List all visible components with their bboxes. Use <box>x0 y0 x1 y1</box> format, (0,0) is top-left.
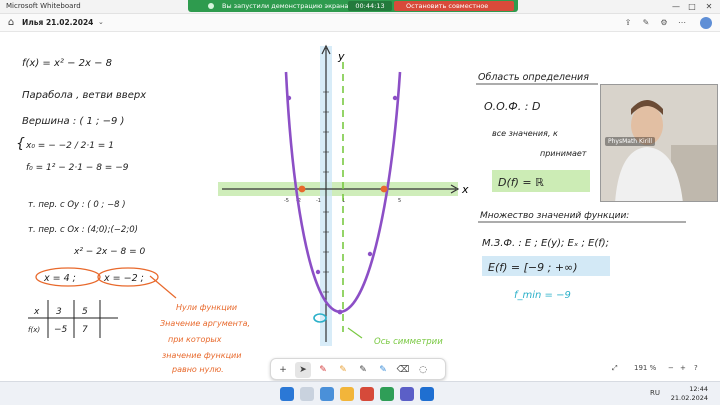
share-status-icon <box>208 3 214 9</box>
table-cell: x <box>33 307 40 317</box>
board-title[interactable]: Илья 21.02.2024 <box>22 18 93 27</box>
note-vertex: Вершина : ( 1 ; −9 ) <box>22 116 124 127</box>
table-cell: 3 <box>56 307 62 317</box>
eraser-icon[interactable]: ⌫ <box>395 362 411 378</box>
app-title: Microsoft Whiteboard <box>6 2 81 10</box>
table-cell: −5 <box>54 325 68 335</box>
whiteboard-canvas[interactable]: x y -5 -2 -1 1 5 <box>0 32 720 379</box>
zeros-note: Нули функции Значение аргумента, при кот… <box>160 303 250 374</box>
whiteboard-icon[interactable] <box>420 387 434 401</box>
x-tick-label: 5 <box>398 198 401 204</box>
chevron-down-icon[interactable]: ⌄ <box>98 18 104 26</box>
table-cell: f(x) <box>28 326 40 334</box>
stop-sharing-button[interactable]: Остановить совместное использование <box>394 1 514 20</box>
task-view-icon[interactable] <box>320 387 334 401</box>
teams-icon[interactable] <box>400 387 414 401</box>
root1: x = 4 ; <box>43 273 76 284</box>
pen-black-icon[interactable]: ✎ <box>355 362 371 378</box>
note-oy: т. пер. с Oy : ( 0 ; −8 ) <box>28 200 126 210</box>
share-status-text: Вы запустили демонстрацию экрана <box>222 2 349 10</box>
close-icon[interactable]: ✕ <box>703 1 715 13</box>
left-notes: f(x) = x² − 2x − 8 Парабола , ветви ввер… <box>16 58 159 287</box>
select-icon[interactable]: ➤ <box>295 362 311 378</box>
zeros-note-line: при которых <box>168 335 222 344</box>
webcam-feed[interactable]: PhysMath Kirill <box>600 84 718 202</box>
domain-text-2: принимает <box>540 149 587 158</box>
taskbar: RU 12:44 21.02.2024 <box>0 381 720 405</box>
screen-share-banner: Вы запустили демонстрацию экрана 00:44:1… <box>188 0 518 20</box>
note-parabola: Парабола , ветви вверх <box>22 89 146 101</box>
avatar[interactable] <box>700 17 712 29</box>
add-icon[interactable]: + <box>275 362 291 378</box>
zoom-level[interactable]: 191 % <box>634 364 656 372</box>
clock-date: 21.02.2024 <box>670 394 708 402</box>
pen-red-icon[interactable]: ✎ <box>315 362 331 378</box>
help-icon[interactable]: ? <box>694 364 698 372</box>
settings-icon[interactable]: ⚙ <box>658 17 670 29</box>
root2: x = −2 ; <box>103 273 144 284</box>
note-ox: т. пер. с Ox : (4;0);(−2;0) <box>28 225 138 235</box>
zero-point <box>380 185 388 193</box>
value-table: x 3 5 f(x) −5 7 <box>28 300 118 338</box>
tray-language[interactable]: RU <box>650 389 660 397</box>
range-line: М.З.Ф. : E ; E(y); Eₓ ; E(f); <box>482 238 609 249</box>
pen-icon[interactable]: ✎ <box>640 17 652 29</box>
lasso-icon[interactable]: ◌ <box>415 362 431 378</box>
range-result: E(f) = [−9 ; +∞) <box>488 261 578 274</box>
note-function: f(x) = x² − 2x − 8 <box>22 58 112 69</box>
pen-orange-icon[interactable]: ✎ <box>335 362 351 378</box>
table-cell: 5 <box>82 307 88 317</box>
share-icon[interactable]: ⇪ <box>622 17 634 29</box>
maximize-icon[interactable]: □ <box>686 1 698 13</box>
more-icon[interactable]: ⋯ <box>676 17 688 29</box>
domain-text: все значения, к <box>492 129 558 138</box>
home-icon[interactable]: ⌂ <box>5 17 17 29</box>
app-toolbar: ⌂ Илья 21.02.2024 ⌄ ⇪ ✎ ⚙ ⋯ <box>0 14 720 32</box>
webcam-name: PhysMath Kirill <box>605 137 656 146</box>
fmin-note: f_min = −9 <box>514 290 571 301</box>
file-explorer-icon[interactable] <box>340 387 354 401</box>
x-axis-label: x <box>461 183 469 196</box>
zeros-note-line: Значение аргумента, <box>160 319 250 328</box>
zoom-out-icon[interactable]: − <box>668 364 674 372</box>
toolbar-right: ⇪ ✎ ⚙ ⋯ <box>622 17 712 29</box>
y-axis-label: y <box>337 50 345 63</box>
brace: { <box>16 136 25 152</box>
zoom-control: ⤢ 191 % − + ? <box>612 364 712 376</box>
symmetry-pointer <box>347 327 363 339</box>
share-timer: 00:44:13 <box>348 1 392 11</box>
drawing-toolbar: + ➤ ✎ ✎ ✎ ✎ ⌫ ◌ <box>270 358 446 380</box>
start-icon[interactable] <box>280 387 294 401</box>
domain-title: Область определения <box>478 72 589 83</box>
browser-icon[interactable] <box>360 387 374 401</box>
note-equation: x² − 2x − 8 = 0 <box>73 247 146 257</box>
domain-line: О.О.Ф. : D <box>484 100 540 113</box>
whatsapp-icon[interactable] <box>380 387 394 401</box>
pen-blue-icon[interactable]: ✎ <box>375 362 391 378</box>
note-x0: x₀ = − −2 / 2·1 = 1 <box>25 141 114 151</box>
zoom-in-icon[interactable]: + <box>680 364 686 372</box>
table-cell: 7 <box>82 325 88 335</box>
search-icon[interactable] <box>300 387 314 401</box>
curve-points <box>286 95 398 315</box>
x-tick-label: -5 <box>284 198 289 204</box>
zeros-note-line: равно нулю. <box>171 365 224 374</box>
clock[interactable]: 12:44 21.02.2024 <box>671 385 708 403</box>
range-title: Множество значений функции: <box>480 211 629 221</box>
fit-icon[interactable]: ⤢ <box>612 364 618 373</box>
x-tick-label: -1 <box>316 198 321 204</box>
zeros-note-line: значение функции <box>162 351 241 360</box>
symmetry-note: Ось симметрии <box>374 337 443 347</box>
zero-point <box>298 185 306 193</box>
note-f0: f₀ = 1² − 2·1 − 8 = −9 <box>26 163 129 173</box>
zeros-pointer <box>149 275 177 299</box>
domain-result: D(f) = ℝ <box>498 176 544 189</box>
zeros-note-line: Нули функции <box>176 303 237 312</box>
clock-time: 12:44 <box>689 385 708 393</box>
minimize-icon[interactable]: — <box>670 1 682 13</box>
